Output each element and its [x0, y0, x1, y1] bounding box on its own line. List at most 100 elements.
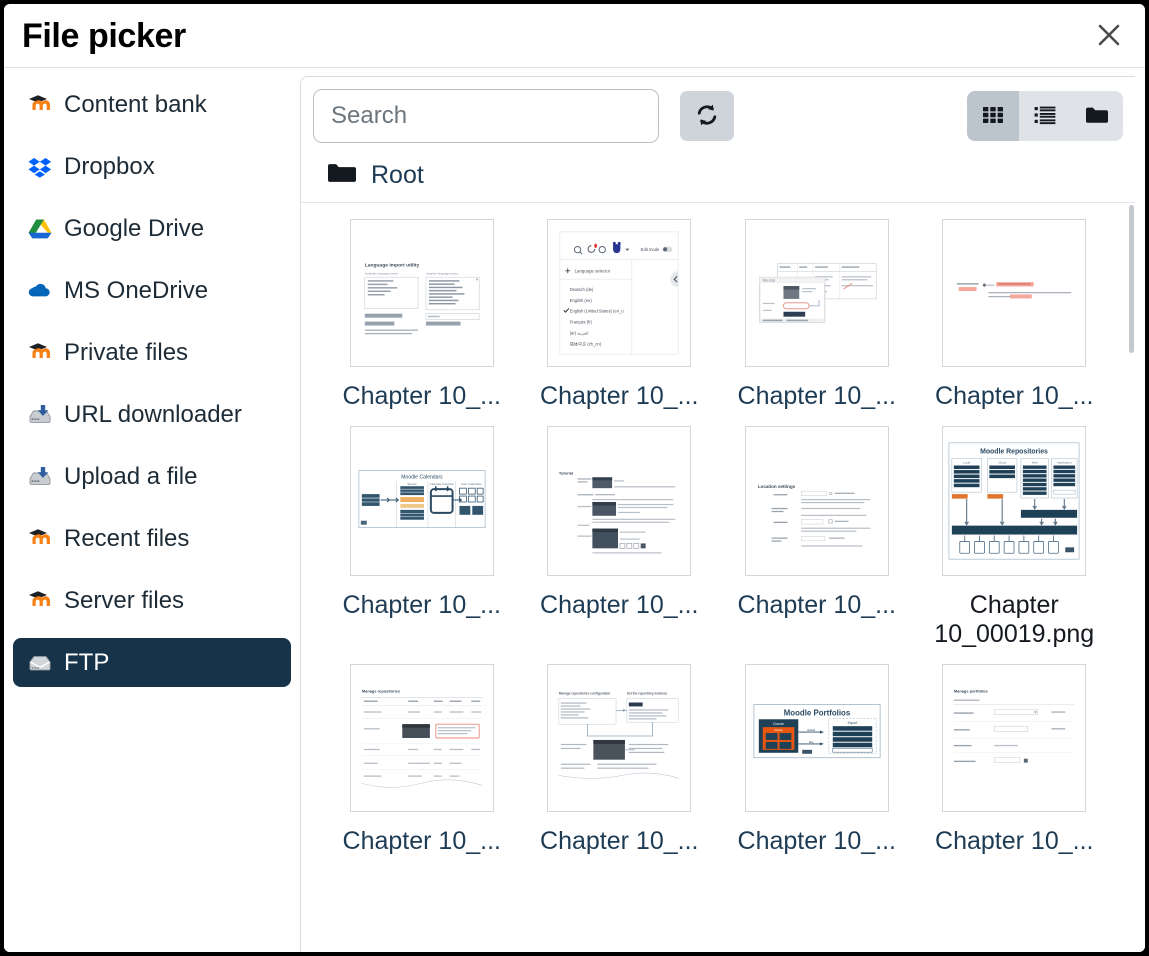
vertical-scrollbar[interactable]	[1129, 203, 1134, 952]
moodle-portfolios-thumb: Moodle Portfolios Course Activity Export…	[745, 664, 888, 811]
file-item[interactable]: Location settings Chapter 10_...	[718, 425, 916, 664]
svg-text:Manage repositories: Manage repositories	[362, 688, 401, 693]
sidebar-item-label: URL downloader	[64, 400, 242, 428]
file-label: Chapter 10_...	[342, 826, 501, 855]
moodle-calendars-thumb: Moodle Calendars Events Calendar Interfa…	[350, 426, 493, 575]
sidebar-item-content-bank[interactable]: Content bank	[13, 80, 291, 129]
file-label: Chapter 10_...	[342, 590, 501, 619]
file-thumbnail: File crop	[744, 219, 889, 367]
svg-text:Activity: Activity	[774, 728, 783, 732]
sidebar-item-label: Google Drive	[64, 214, 205, 242]
onedrive-cloud-icon	[27, 278, 53, 304]
view-mode-list-button[interactable]	[1019, 91, 1071, 141]
sidebar-item-label: Content bank	[64, 90, 207, 118]
sidebar-item-label: Private files	[64, 338, 189, 366]
folder-view-icon	[1083, 101, 1111, 132]
file-label: Chapter 10_...	[737, 382, 896, 410]
sidebar-item-upload-a-file[interactable]: Upload a file	[13, 452, 291, 501]
svg-text:Tutorial: Tutorial	[559, 470, 573, 475]
view-mode-grid-button[interactable]	[967, 91, 1019, 141]
dropbox-logo-icon	[27, 154, 53, 180]
sidebar-item-label: FTP	[64, 648, 110, 676]
file-item[interactable]: Moodle Calendars Events Calendar Interfa…	[323, 425, 521, 664]
highlighted-text-thumb	[943, 220, 1086, 366]
file-item[interactable]: Edit mode Language selector Deutsch (de)	[521, 219, 719, 426]
breadcrumb-item-root[interactable]: Root	[371, 163, 424, 188]
file-item[interactable]: File crop Chapter 10_...	[718, 219, 916, 426]
file-item[interactable]: Chapter 10_...	[916, 219, 1114, 426]
file-thumbnail: Manage repositories configuration Set th…	[547, 663, 692, 812]
file-thumbnail	[942, 219, 1087, 367]
svg-text:(ar) العربية: (ar) العربية	[570, 330, 589, 335]
svg-text:Cloud: Cloud	[999, 460, 1007, 464]
svg-text:Moodle Repositories: Moodle Repositories	[980, 448, 1048, 455]
manage-repositories-thumb: Manage repositories	[350, 664, 493, 811]
view-mode-tree-button[interactable]	[1071, 91, 1123, 141]
list-view-icon	[1032, 102, 1058, 131]
svg-text:English (United States) (en_u: English (United States) (en_u	[570, 309, 625, 314]
svg-text:Manage portfolios: Manage portfolios	[954, 688, 989, 693]
sidebar-item-ms-onedrive[interactable]: MS OneDrive	[13, 266, 291, 315]
doc-two-panel-thumb: Language import utility Available langua…	[350, 220, 493, 366]
file-label: Chapter 10_...	[342, 382, 501, 410]
file-list-scroll-area[interactable]: Language import utility Available langua…	[301, 202, 1135, 952]
overlapping-dialogs-thumb: File crop	[745, 220, 888, 366]
svg-text:User Calendars: User Calendars	[461, 482, 482, 486]
close-icon	[1095, 21, 1123, 49]
svg-text:Language selector: Language selector	[575, 268, 611, 273]
dialog-body: Content bank Dropbox Google Drive MS One…	[4, 68, 1145, 952]
search-input[interactable]	[313, 89, 659, 143]
file-item[interactable]: Moodle Repositories Local Cloud Web Appl…	[916, 425, 1114, 664]
file-label: Chapter 10_...	[935, 826, 1094, 855]
file-item[interactable]: Moodle Portfolios Course Activity Export…	[718, 663, 916, 871]
sidebar-item-url-downloader[interactable]: URL downloader	[13, 390, 291, 439]
file-label: Chapter 10_...	[540, 590, 699, 619]
svg-text:Set the repository instance: Set the repository instance	[627, 691, 668, 695]
file-thumbnail: Moodle Repositories Local Cloud Web Appl…	[942, 425, 1087, 576]
file-label: Chapter 10_...	[935, 382, 1094, 410]
file-item[interactable]: Language import utility Available langua…	[323, 219, 521, 426]
svg-text:Application: Application	[1057, 460, 1072, 464]
sidebar-item-label: Dropbox	[64, 152, 155, 180]
svg-text:Moodle Portfolios: Moodle Portfolios	[784, 708, 851, 717]
grid-view-icon	[980, 102, 1006, 131]
file-picker-dialog: File picker Content bank Dropbox Google …	[4, 4, 1145, 952]
sidebar-item-server-files[interactable]: Server files	[13, 576, 291, 625]
ftp-server-icon	[27, 650, 53, 676]
refresh-icon	[693, 101, 721, 132]
sidebar-item-label: Recent files	[64, 524, 190, 552]
moodle-repositories-thumb: Moodle Repositories Local Cloud Web Appl…	[943, 426, 1086, 575]
language-selector-thumb: Edit mode Language selector Deutsch (de)	[548, 220, 691, 366]
sidebar-item-ftp[interactable]: FTP	[13, 638, 291, 687]
server-download-icon	[27, 464, 53, 490]
page-title: File picker	[22, 16, 186, 55]
svg-text:Language import utility: Language import utility	[365, 262, 420, 268]
file-browser-pane: Root Language import utility Available l…	[300, 68, 1145, 952]
sidebar-item-google-drive[interactable]: Google Drive	[13, 204, 291, 253]
file-thumbnail: Manage portfolios	[942, 663, 1087, 812]
sidebar-item-private-files[interactable]: Private files	[13, 328, 291, 377]
google-drive-icon	[27, 216, 53, 242]
refresh-button[interactable]	[680, 91, 734, 141]
file-label: Chapter 10_...	[737, 590, 896, 619]
file-item[interactable]: Tutorial Chapter 10_...	[521, 425, 719, 664]
svg-text:File crop: File crop	[763, 279, 775, 283]
sidebar-item-label: Upload a file	[64, 462, 198, 490]
sidebar-item-recent-files[interactable]: Recent files	[13, 514, 291, 563]
file-item[interactable]: Manage portfolios Chapter 10_...	[916, 663, 1114, 871]
scrollbar-thumb[interactable]	[1129, 205, 1134, 353]
folder-icon	[327, 161, 357, 190]
dialog-header: File picker	[4, 4, 1145, 68]
file-thumbnail: Language import utility Available langua…	[349, 219, 494, 367]
file-item[interactable]: Manage repositories Chapter 10_...	[323, 663, 521, 871]
svg-text:Français (fr): Français (fr)	[570, 320, 593, 325]
moodle-logo-icon	[27, 588, 53, 614]
svg-text:Calendar Interface: Calendar Interface	[429, 482, 454, 486]
file-item[interactable]: Manage repositories configuration Set th…	[521, 663, 719, 871]
file-browser-card: Root Language import utility Available l…	[300, 76, 1135, 952]
sidebar-item-dropbox[interactable]: Dropbox	[13, 142, 291, 191]
svg-text:简体中文 (zh_cn): 简体中文 (zh_cn)	[570, 340, 602, 346]
svg-text:Deutsch (de): Deutsch (de)	[570, 287, 594, 292]
close-button[interactable]	[1087, 13, 1131, 57]
breadcrumb: Root	[301, 151, 1135, 202]
